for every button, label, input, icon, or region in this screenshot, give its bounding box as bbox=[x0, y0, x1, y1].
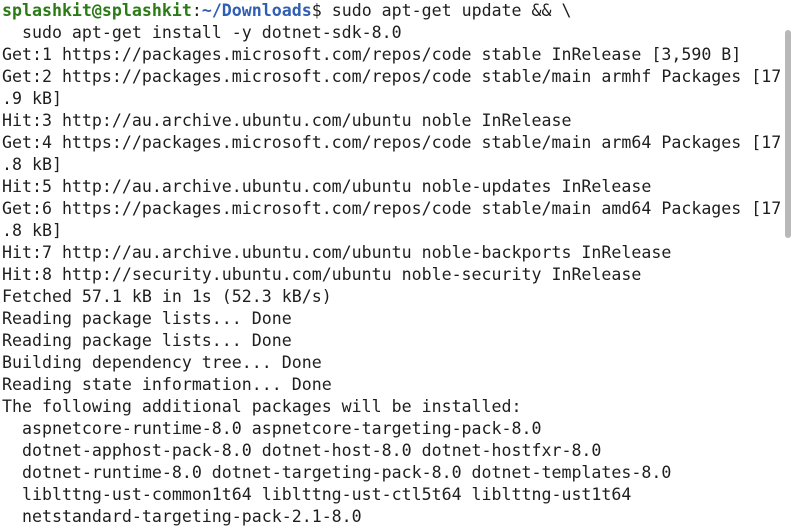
output-line: Get:1 https://packages.microsoft.com/rep… bbox=[2, 45, 742, 64]
output-line: Building dependency tree... Done bbox=[2, 353, 322, 372]
scrollbar-thumb[interactable] bbox=[785, 30, 791, 238]
output-line: .9 kB] bbox=[2, 89, 62, 108]
output-line: Reading package lists... Done bbox=[2, 309, 292, 328]
prompt-command: sudo apt-get update && \ bbox=[331, 1, 572, 20]
output-line: .8 kB] bbox=[2, 221, 62, 240]
output-line: Fetched 57.1 kB in 1s (52.3 kB/s) bbox=[2, 287, 332, 306]
output-line: Hit:8 http://security.ubuntu.com/ubuntu … bbox=[2, 265, 642, 284]
output-line: Hit:5 http://au.archive.ubuntu.com/ubunt… bbox=[2, 177, 652, 196]
prompt-user-host: splashkit@splashkit bbox=[2, 1, 192, 20]
terminal-window[interactable]: splashkit@splashkit:~/Downloads$ sudo ap… bbox=[0, 0, 794, 528]
terminal-output: splashkit@splashkit:~/Downloads$ sudo ap… bbox=[2, 0, 782, 528]
output-line: sudo apt-get install -y dotnet-sdk-8.0 bbox=[2, 23, 402, 42]
output-line: Reading state information... Done bbox=[2, 375, 332, 394]
output-line: Get:2 https://packages.microsoft.com/rep… bbox=[2, 67, 782, 86]
output-line: liblttng-ust-common1t64 liblttng-ust-ctl… bbox=[2, 485, 632, 504]
output-line: dotnet-runtime-8.0 dotnet-targeting-pack… bbox=[2, 463, 672, 482]
prompt-separator: : bbox=[191, 1, 202, 20]
scrollbar[interactable] bbox=[782, 0, 794, 528]
output-line: .8 kB] bbox=[2, 155, 62, 174]
output-line: The following additional packages will b… bbox=[2, 397, 522, 416]
output-line: Get:6 https://packages.microsoft.com/rep… bbox=[2, 199, 782, 218]
output-line: netstandard-targeting-pack-2.1-8.0 bbox=[2, 507, 362, 526]
output-line: Hit:7 http://au.archive.ubuntu.com/ubunt… bbox=[2, 243, 672, 262]
prompt-line: splashkit@splashkit:~/Downloads$ sudo ap… bbox=[2, 0, 782, 22]
output-line: Hit:3 http://au.archive.ubuntu.com/ubunt… bbox=[2, 111, 572, 130]
output-line: Reading package lists... Done bbox=[2, 331, 292, 350]
output-line: Get:4 https://packages.microsoft.com/rep… bbox=[2, 133, 782, 152]
prompt-symbol: $ bbox=[311, 1, 332, 20]
output-line: aspnetcore-runtime-8.0 aspnetcore-target… bbox=[2, 419, 542, 438]
output-line: dotnet-apphost-pack-8.0 dotnet-host-8.0 … bbox=[2, 441, 602, 460]
prompt-path: ~/Downloads bbox=[201, 1, 312, 20]
